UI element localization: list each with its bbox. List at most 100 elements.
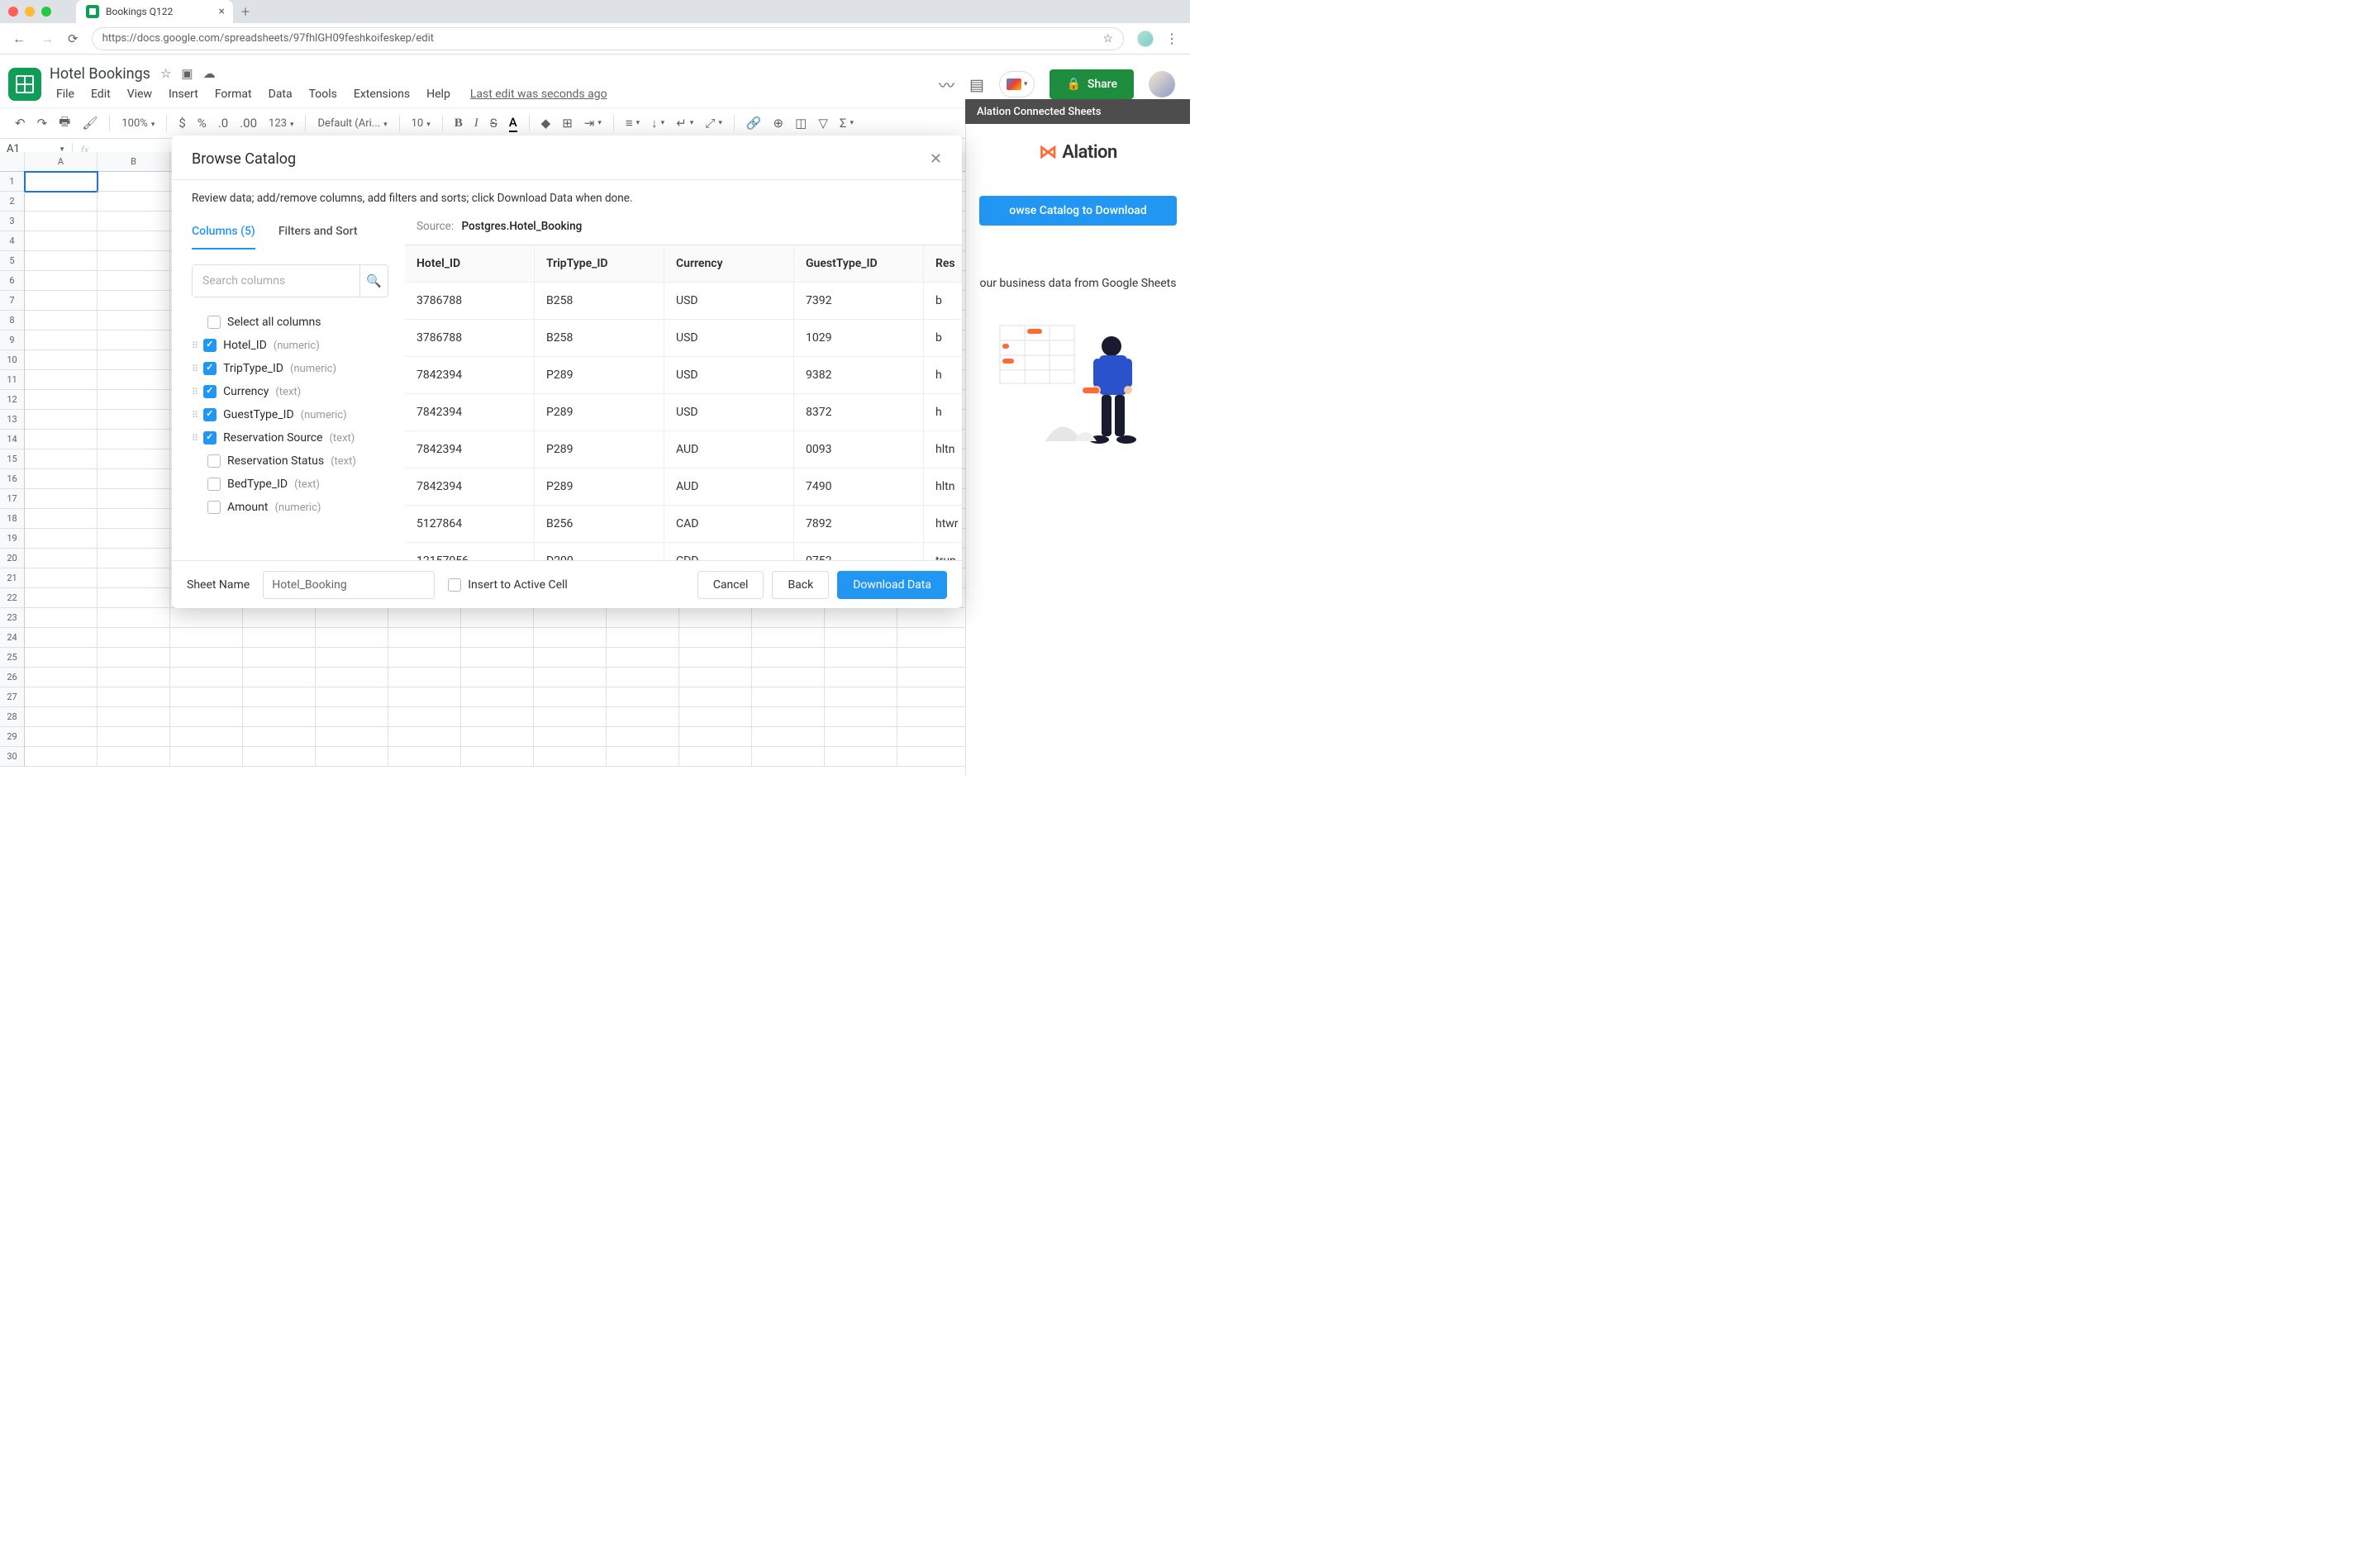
grid-cell[interactable] (534, 628, 607, 648)
row-header[interactable]: 10 (0, 350, 25, 370)
grid-cell[interactable] (98, 330, 170, 350)
grid-cell[interactable] (752, 727, 825, 747)
grid-cell[interactable] (25, 628, 98, 648)
grid-cell[interactable] (98, 390, 170, 410)
grid-cell[interactable] (170, 668, 243, 687)
grid-cell[interactable] (170, 628, 243, 648)
column-header[interactable]: A (25, 152, 98, 172)
close-window-button[interactable] (8, 7, 18, 17)
drag-handle-icon[interactable]: ⠿ (192, 433, 197, 444)
grid-cell[interactable] (897, 608, 970, 628)
menu-insert[interactable]: Insert (162, 84, 205, 104)
column-option-row[interactable]: Amount (numeric) (192, 496, 388, 519)
grid-cell[interactable] (534, 747, 607, 767)
insert-chart-button[interactable]: ◫ (790, 112, 812, 134)
grid-cell[interactable] (316, 668, 388, 687)
meet-button[interactable]: ▾ (999, 71, 1035, 97)
grid-cell[interactable] (25, 648, 98, 668)
row-header[interactable]: 12 (0, 390, 25, 410)
grid-cell[interactable] (98, 212, 170, 231)
grid-cell[interactable] (25, 192, 98, 212)
column-option-row[interactable]: ⠿ TripType_ID (numeric) (192, 357, 388, 380)
horizontal-align-button[interactable]: ≡ (621, 112, 645, 134)
row-header[interactable]: 3 (0, 212, 25, 231)
grid-cell[interactable] (25, 212, 98, 231)
grid-cell[interactable] (98, 231, 170, 251)
font-selector[interactable]: Default (Ari... (312, 117, 392, 130)
grid-cell[interactable] (607, 668, 679, 687)
fill-color-button[interactable]: ◆ (536, 112, 556, 134)
grid-cell[interactable] (98, 311, 170, 330)
grid-cell[interactable] (25, 291, 98, 311)
grid-cell[interactable] (825, 628, 897, 648)
menu-view[interactable]: View (121, 84, 159, 104)
grid-cell[interactable] (897, 668, 970, 687)
grid-cell[interactable] (25, 449, 98, 469)
grid-cell[interactable] (825, 727, 897, 747)
grid-cell[interactable] (98, 271, 170, 291)
column-checkbox[interactable] (207, 454, 221, 468)
comments-icon[interactable]: ▤ (969, 75, 984, 94)
menu-help[interactable]: Help (420, 84, 457, 104)
grid-cell[interactable] (461, 608, 534, 628)
grid-cell[interactable] (243, 648, 316, 668)
grid-cell[interactable] (534, 668, 607, 687)
grid-cell[interactable] (25, 410, 98, 430)
grid-cell[interactable] (98, 370, 170, 390)
grid-cell[interactable] (316, 687, 388, 707)
new-tab-button[interactable]: + (241, 3, 250, 21)
tab-filters-sort[interactable]: Filters and Sort (278, 220, 358, 250)
row-header[interactable]: 4 (0, 231, 25, 251)
document-title[interactable]: Hotel Bookings (50, 65, 150, 83)
grid-cell[interactable] (825, 668, 897, 687)
grid-cell[interactable] (461, 707, 534, 727)
browser-tab[interactable]: Bookings Q122 × (76, 0, 233, 23)
grid-cell[interactable] (25, 370, 98, 390)
row-header[interactable]: 7 (0, 291, 25, 311)
menu-format[interactable]: Format (208, 84, 259, 104)
drag-handle-icon[interactable]: ⠿ (192, 340, 197, 351)
percent-button[interactable]: % (193, 112, 212, 134)
grid-cell[interactable] (243, 707, 316, 727)
grid-cell[interactable] (461, 668, 534, 687)
grid-cell[interactable] (388, 727, 461, 747)
menu-extensions[interactable]: Extensions (347, 84, 416, 104)
grid-cell[interactable] (752, 608, 825, 628)
grid-cell[interactable] (98, 469, 170, 489)
column-checkbox[interactable] (203, 431, 217, 445)
grid-cell[interactable] (98, 588, 170, 608)
grid-cell[interactable] (25, 469, 98, 489)
drag-handle-icon[interactable]: ⠿ (192, 387, 197, 397)
grid-cell[interactable] (388, 648, 461, 668)
grid-cell[interactable] (25, 311, 98, 330)
drag-handle-icon[interactable]: ⠿ (192, 410, 197, 421)
grid-cell[interactable] (534, 727, 607, 747)
row-header[interactable]: 25 (0, 648, 25, 668)
row-header[interactable]: 24 (0, 628, 25, 648)
grid-cell[interactable] (534, 648, 607, 668)
grid-cell[interactable] (897, 747, 970, 767)
grid-cell[interactable] (825, 648, 897, 668)
grid-cell[interactable] (679, 687, 752, 707)
select-all-checkbox[interactable] (207, 316, 221, 329)
grid-cell[interactable] (679, 747, 752, 767)
grid-cell[interactable] (98, 549, 170, 568)
row-header[interactable]: 27 (0, 687, 25, 707)
grid-cell[interactable] (243, 608, 316, 628)
column-checkbox[interactable] (207, 478, 221, 491)
grid-cell[interactable] (461, 648, 534, 668)
tab-columns[interactable]: Columns (5) (192, 220, 255, 250)
grid-cell[interactable] (25, 251, 98, 271)
grid-cell[interactable] (98, 668, 170, 687)
column-option-row[interactable]: BedType_ID (text) (192, 473, 388, 496)
version-history-icon[interactable]: 〰 (939, 74, 954, 96)
sheet-name-input[interactable] (263, 571, 435, 599)
grid-cell[interactable] (825, 707, 897, 727)
grid-cell[interactable] (825, 687, 897, 707)
cancel-button[interactable]: Cancel (697, 571, 764, 599)
grid-cell[interactable] (461, 727, 534, 747)
grid-cell[interactable] (534, 608, 607, 628)
grid-cell[interactable] (534, 687, 607, 707)
search-icon[interactable]: 🔍 (359, 265, 388, 297)
grid-cell[interactable] (897, 648, 970, 668)
